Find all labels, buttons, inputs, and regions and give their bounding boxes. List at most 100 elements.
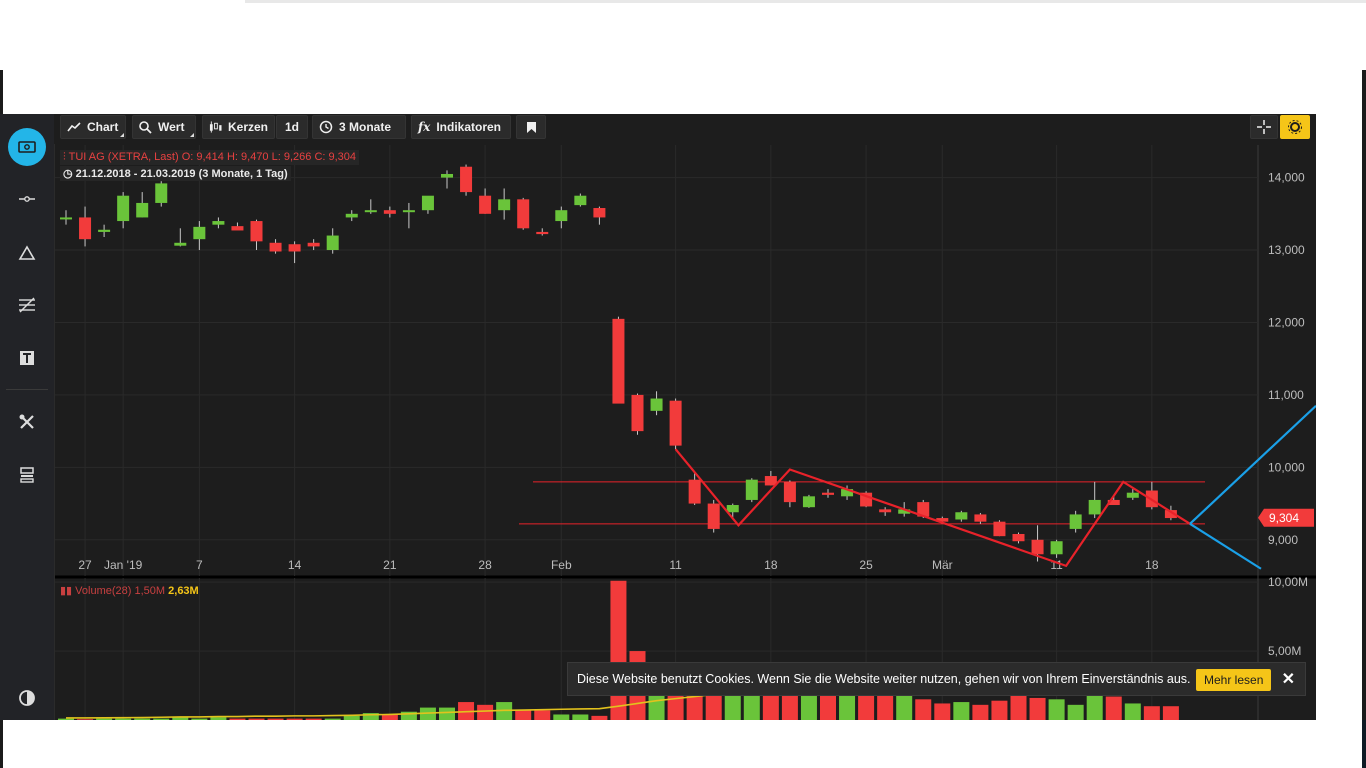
current-price-label: 9,304 <box>1269 511 1299 525</box>
candle-up <box>155 183 168 203</box>
volume-bar <box>1067 704 1084 720</box>
period-note: (3 Monate, 1 Tag) <box>198 168 288 180</box>
x-tick-label: 25 <box>859 558 873 572</box>
candle-up <box>726 505 739 513</box>
x-tick-label: Mär <box>932 558 953 572</box>
candle-up <box>1088 499 1101 515</box>
y-tick-label: 13,000 <box>1268 243 1305 257</box>
candle-up <box>326 235 339 251</box>
volume-tick-label: 10,00M <box>1268 575 1308 589</box>
volume-bar <box>991 700 1008 720</box>
candle-up <box>1050 541 1063 555</box>
candle-down <box>822 492 834 495</box>
bar-chart-icon: ▮▮ <box>60 585 73 597</box>
volume-bar <box>972 704 989 720</box>
candle-down <box>688 479 701 504</box>
candle-down <box>631 394 644 432</box>
candle-down <box>1012 533 1025 542</box>
cookie-message: Diese Website benutzt Cookies. Wenn Sie … <box>577 672 1191 686</box>
candle-up <box>193 226 206 240</box>
open-value: O: 9,414 <box>181 151 224 163</box>
x-tick-label: 21 <box>383 558 397 572</box>
volume-bar <box>877 693 894 720</box>
volume-ma-value: 2,63M <box>168 585 199 597</box>
close-icon[interactable]: ✕ <box>1282 669 1295 689</box>
x-tick-label: Feb <box>551 558 572 572</box>
volume-bar <box>896 692 913 720</box>
candle-down <box>593 208 606 218</box>
volume-bar <box>1162 706 1179 720</box>
cookie-banner: Diese Website benutzt Cookies. Wenn Sie … <box>567 662 1306 696</box>
close-value: C: 9,304 <box>314 151 357 163</box>
x-tick-label: 18 <box>764 558 778 572</box>
x-tick-label: 28 <box>478 558 492 572</box>
volume-tick-label: 5,00M <box>1268 644 1301 658</box>
clock-icon: ◷ <box>63 168 73 180</box>
period-legend: ◷ 21.12.2018 - 21.03.2019 (3 Monate, 1 T… <box>60 166 291 181</box>
candle-up <box>498 199 511 211</box>
candle-down <box>517 199 530 229</box>
candle-down <box>79 217 92 240</box>
frame-edge <box>1362 720 1366 768</box>
chart-application: Chart Wert Kerzen 1d 3 Monate fx Indikat… <box>0 114 1316 720</box>
volume-bar <box>915 699 932 720</box>
candle-down <box>269 242 282 252</box>
candle-up <box>955 512 968 520</box>
frame-edge <box>0 70 3 114</box>
price-panel-bg <box>55 145 1258 576</box>
candle-down <box>669 400 682 446</box>
volume-bar <box>515 710 532 720</box>
candle-down <box>783 481 796 503</box>
x-tick-label: 11 <box>669 558 682 572</box>
volume-bar <box>1010 695 1027 720</box>
candle-down <box>974 514 987 522</box>
candle-down <box>879 509 892 513</box>
candle-down <box>307 242 320 247</box>
volume-bar <box>1143 706 1160 720</box>
candle-up <box>364 210 377 213</box>
y-tick-label: 14,000 <box>1268 171 1305 185</box>
candle-down <box>250 221 263 242</box>
candle-up <box>402 210 415 213</box>
volume-bar <box>1124 703 1141 720</box>
candle-up <box>98 229 111 232</box>
x-tick-label: 7 <box>196 558 203 572</box>
read-more-button[interactable]: Mehr lesen <box>1196 669 1272 691</box>
volume-bar <box>1029 697 1046 720</box>
y-tick-label: 11,000 <box>1268 388 1304 402</box>
frame-edge <box>1362 70 1366 114</box>
candle-down <box>993 521 1006 537</box>
volume-legend: ▮▮ Volume(28) 1,50M 2,63M <box>60 584 199 597</box>
volume-value: 1,50M <box>134 585 166 597</box>
candle-up <box>745 479 758 500</box>
y-tick-label: 12,000 <box>1268 315 1305 329</box>
volume-bar <box>1048 699 1065 720</box>
x-tick-label: Jan '19 <box>104 558 143 572</box>
y-tick-label: 10,000 <box>1268 460 1305 474</box>
candle-up <box>441 173 453 178</box>
candle-up <box>1126 492 1139 498</box>
candle-down <box>383 210 396 214</box>
volume-bar <box>953 702 970 720</box>
candle-up <box>345 213 358 218</box>
y-tick-label: 9,000 <box>1268 533 1298 547</box>
candle-up <box>421 195 434 211</box>
candle-down <box>460 166 473 193</box>
volume-bar <box>1086 693 1103 720</box>
instrument-legend: ⫶ TUI AG (XETRA, Last) O: 9,414 H: 9,470… <box>60 150 360 165</box>
candle-down <box>536 231 549 235</box>
candle-up <box>1069 514 1082 529</box>
period-range: 21.12.2018 - 21.03.2019 <box>75 168 196 180</box>
page-header-area <box>0 0 1366 114</box>
price-chart[interactable]: 27 Jan '19 7 14 21 28 Feb 11 18 25 Mär 11 1814,00013… <box>0 114 1316 720</box>
candle-down <box>231 226 244 231</box>
instrument-name: TUI AG (XETRA, Last) <box>68 151 179 163</box>
volume-bar <box>534 710 551 720</box>
frame-edge <box>1362 114 1366 720</box>
volume-bar <box>1105 696 1122 720</box>
x-tick-label: 27 <box>78 558 92 572</box>
page-margin-right <box>1316 114 1366 720</box>
candle-down <box>1031 539 1044 555</box>
x-tick-label: 18 <box>1145 558 1159 572</box>
volume-bar <box>858 692 875 720</box>
